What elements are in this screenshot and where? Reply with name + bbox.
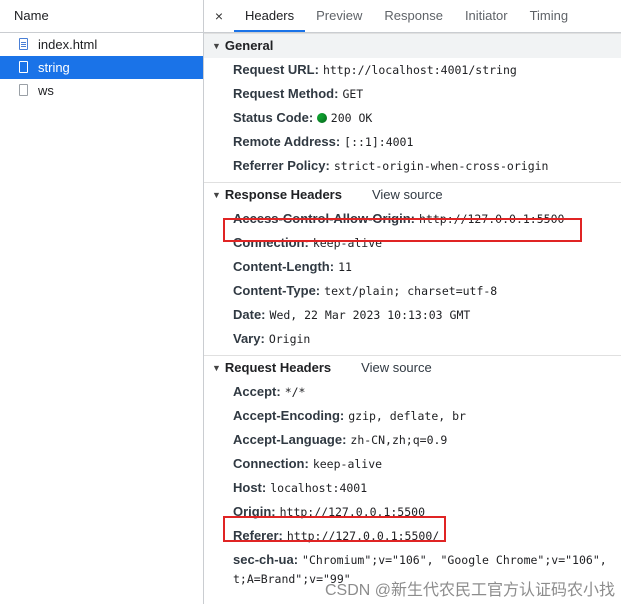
header-value: keep-alive xyxy=(312,457,383,471)
header-key: Host: xyxy=(233,480,267,495)
tab-response[interactable]: Response xyxy=(373,0,454,32)
request-name: ws xyxy=(38,83,54,98)
request-name: string xyxy=(38,60,70,75)
request-row-accept-language: Accept-Language: zh-CN,zh;q=0.9 xyxy=(204,428,621,452)
request-name: index.html xyxy=(38,37,98,52)
request-list-panel: Name index.html string ws xyxy=(0,0,204,604)
header-key: Accept: xyxy=(233,384,281,399)
header-value: */* xyxy=(284,385,306,399)
request-row-accept: Accept: */* xyxy=(204,380,621,404)
header-value: 200 OK xyxy=(330,111,373,125)
status-ok-icon xyxy=(316,113,327,123)
request-row-connection: Connection: keep-alive xyxy=(204,452,621,476)
view-source-link[interactable]: View source xyxy=(361,360,432,375)
header-value: GET xyxy=(342,87,364,101)
header-key: Vary: xyxy=(233,331,265,346)
response-row-vary: Vary: Origin xyxy=(204,327,621,351)
highlight-box-response-origin xyxy=(223,218,582,242)
header-value: localhost:4001 xyxy=(270,481,368,495)
request-row-sec-ch-ua: sec-ch-ua: "Chromium";v="106", "Google Ch… xyxy=(204,548,621,572)
header-value: text/plain; charset=utf-8 xyxy=(324,284,498,298)
header-key: Status Code: xyxy=(233,110,314,125)
header-key: Referrer Policy: xyxy=(233,158,330,173)
header-key: Accept-Language: xyxy=(233,432,347,447)
header-value: Wed, 22 Mar 2023 10:13:03 GMT xyxy=(269,308,471,322)
request-item-index-html[interactable]: index.html xyxy=(0,33,203,56)
header-value: 11 xyxy=(338,260,352,274)
triangle-down-icon: ▼ xyxy=(212,363,221,373)
name-column-header[interactable]: Name xyxy=(0,0,203,33)
general-row-referrer-policy: Referrer Policy: strict-origin-when-cross… xyxy=(204,154,621,178)
header-key: Remote Address: xyxy=(233,134,341,149)
details-tab-bar: × Headers Preview Response Initiator Tim… xyxy=(204,0,621,33)
tab-preview[interactable]: Preview xyxy=(305,0,373,32)
general-row-remote-address: Remote Address: [::1]:4001 xyxy=(204,130,621,154)
response-row-content-type: Content-Type: text/plain; charset=utf-8 xyxy=(204,279,621,303)
header-key: Content-Length: xyxy=(233,259,335,274)
header-key: Request URL: xyxy=(233,62,319,77)
file-icon xyxy=(19,61,28,73)
tab-timing[interactable]: Timing xyxy=(519,0,580,32)
header-key: Request Method: xyxy=(233,86,339,101)
response-row-content-length: Content-Length: 11 xyxy=(204,255,621,279)
request-headers-section-header[interactable]: ▼ Request Headers View source xyxy=(204,355,621,380)
section-title: General xyxy=(224,38,274,53)
file-icon xyxy=(19,84,28,96)
header-value: Origin xyxy=(268,332,311,346)
close-icon[interactable]: × xyxy=(204,0,234,32)
general-row-status-code: Status Code: 200 OK xyxy=(204,106,621,130)
header-value: strict-origin-when-cross-origin xyxy=(333,159,549,173)
response-row-date: Date: Wed, 22 Mar 2023 10:13:03 GMT xyxy=(204,303,621,327)
request-item-string[interactable]: string xyxy=(0,56,203,79)
triangle-down-icon: ▼ xyxy=(212,41,221,51)
header-key: Connection: xyxy=(233,456,309,471)
tab-headers[interactable]: Headers xyxy=(234,0,306,32)
header-value: "Chromium";v="106", "Google Chrome";v="1… xyxy=(302,553,607,567)
triangle-down-icon: ▼ xyxy=(212,190,221,200)
header-key: sec-ch-ua: xyxy=(233,552,299,567)
header-value: http://localhost:4001/string xyxy=(322,63,517,77)
header-value: gzip, deflate, br xyxy=(348,409,466,423)
header-value: zh-CN,zh;q=0.9 xyxy=(350,433,448,447)
header-key: Content-Type: xyxy=(233,283,321,298)
highlight-box-request-origin xyxy=(223,516,446,542)
general-section-header[interactable]: ▼ General xyxy=(204,33,621,58)
header-value: [::1]:4001 xyxy=(344,135,414,149)
request-row-host: Host: localhost:4001 xyxy=(204,476,621,500)
section-title: Request Headers xyxy=(224,360,332,375)
section-title: Response Headers xyxy=(224,187,342,202)
request-item-ws[interactable]: ws xyxy=(0,79,203,102)
document-icon xyxy=(19,38,28,50)
header-key: Date: xyxy=(233,307,266,322)
view-source-link[interactable]: View source xyxy=(372,187,443,202)
header-key: Accept-Encoding: xyxy=(233,408,345,423)
details-panel: × Headers Preview Response Initiator Tim… xyxy=(204,0,621,604)
general-row-request-url: Request URL: http://localhost:4001/string xyxy=(204,58,621,82)
request-row-accept-encoding: Accept-Encoding: gzip, deflate, br xyxy=(204,404,621,428)
response-headers-section-header[interactable]: ▼ Response Headers View source xyxy=(204,182,621,207)
csdn-watermark: CSDN @新生代农民工官方认证码农小找 xyxy=(324,582,615,599)
tab-initiator[interactable]: Initiator xyxy=(454,0,519,32)
general-row-request-method: Request Method: GET xyxy=(204,82,621,106)
